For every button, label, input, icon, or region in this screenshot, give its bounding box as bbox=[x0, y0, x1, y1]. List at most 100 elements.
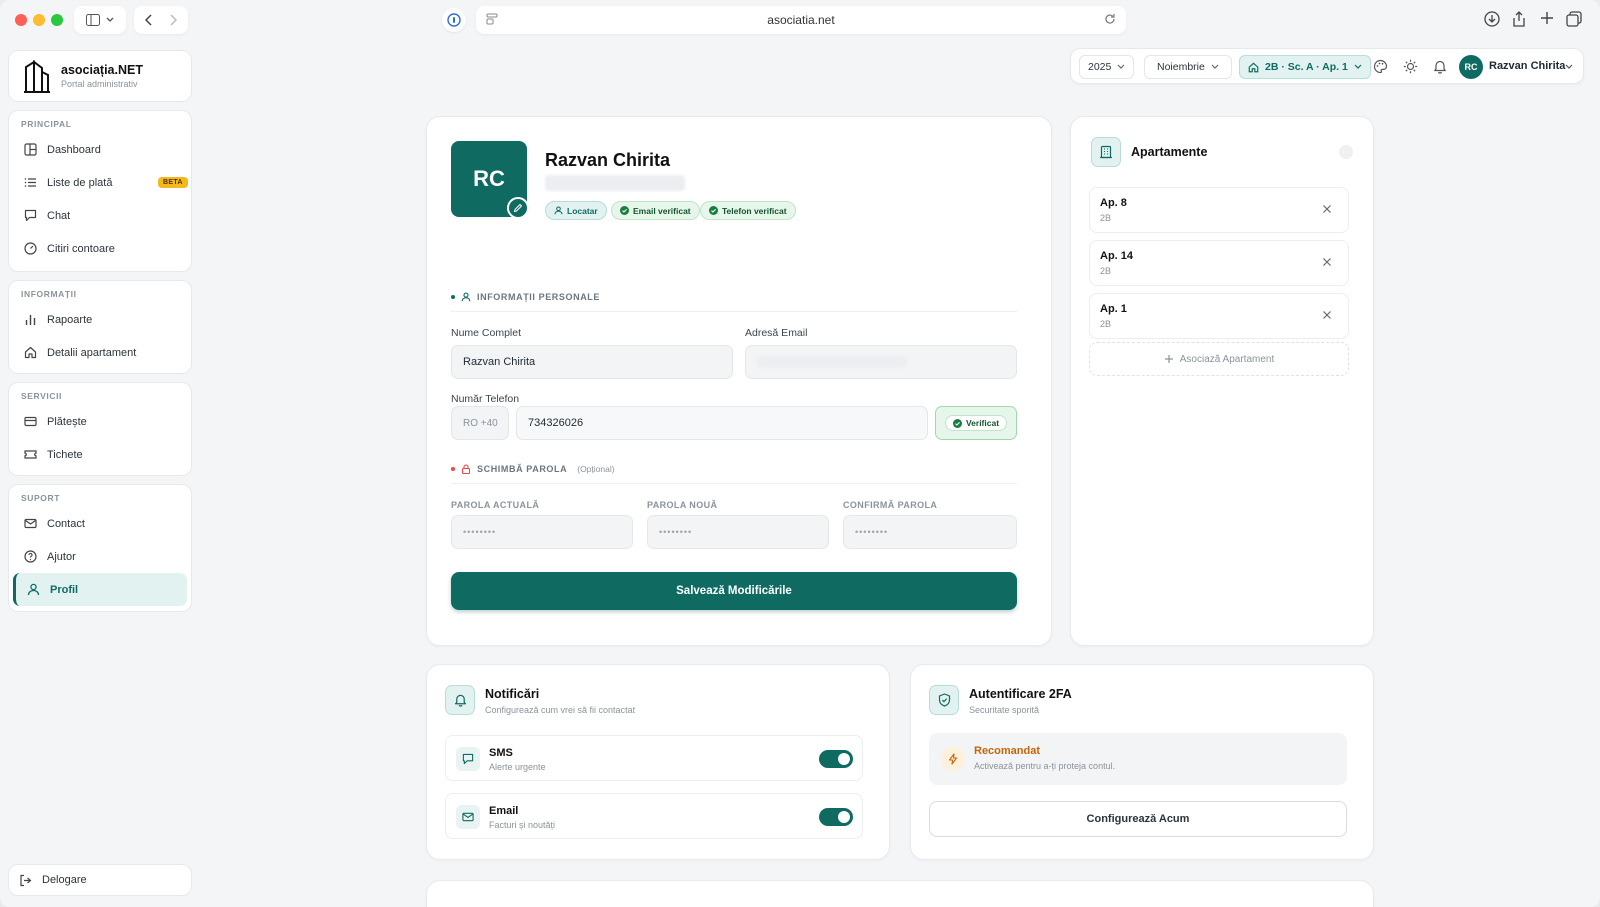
email-toggle[interactable] bbox=[819, 808, 853, 826]
remove-apartment-icon[interactable] bbox=[1322, 257, 1332, 267]
apartment-item[interactable]: Ap. 1 2B bbox=[1089, 293, 1349, 339]
twofa-subtitle: Securitate sporită bbox=[969, 705, 1040, 715]
sidebar-item-rapoarte[interactable]: Rapoarte bbox=[9, 303, 191, 336]
back-icon[interactable] bbox=[145, 14, 153, 26]
user-icon bbox=[554, 206, 563, 215]
check-circle-icon bbox=[709, 206, 718, 215]
redacted-email bbox=[545, 175, 685, 191]
palette-icon[interactable] bbox=[1373, 59, 1388, 74]
password-title: SCHIMBĂ PAROLA bbox=[477, 464, 568, 474]
new-tab-icon[interactable] bbox=[1540, 11, 1554, 25]
card-icon bbox=[24, 416, 37, 427]
divider bbox=[451, 483, 1017, 484]
phone-input[interactable]: 734326026 bbox=[516, 406, 928, 440]
sidebar-item-label: Dashboard bbox=[47, 143, 101, 156]
save-changes-button[interactable]: Salvează Modificările bbox=[451, 572, 1017, 610]
page-settings-icon[interactable] bbox=[486, 13, 498, 25]
browser-toolbar: asociatia.net bbox=[0, 0, 1600, 40]
apartment-item[interactable]: Ap. 8 2B bbox=[1089, 187, 1349, 233]
share-icon[interactable] bbox=[1512, 11, 1526, 27]
sidebar-item-profil[interactable]: Profil bbox=[13, 573, 187, 606]
pencil-icon bbox=[513, 203, 523, 213]
notifications-subtitle: Configurează cum vrei să fii contactat bbox=[485, 705, 636, 715]
next-card-partial bbox=[426, 880, 1374, 907]
apartment-item[interactable]: Ap. 14 2B bbox=[1089, 240, 1349, 286]
phone-verified-badge: Telefon verificat bbox=[700, 201, 796, 220]
email-label: Adresă Email bbox=[745, 327, 808, 339]
full-name-label: Nume Complet bbox=[451, 327, 522, 339]
sms-toggle[interactable] bbox=[819, 750, 853, 768]
reload-icon[interactable] bbox=[1104, 13, 1116, 25]
sidebar-item-plateste[interactable]: Plătește bbox=[9, 405, 191, 438]
year-select[interactable]: 2025 bbox=[1079, 55, 1135, 79]
apartments-header-icon bbox=[1091, 137, 1121, 167]
confirm-password-input[interactable]: •••••••• bbox=[843, 515, 1017, 549]
browser-window: asociatia.net asociația.NET Portal admin… bbox=[0, 0, 1600, 907]
password-manager-button[interactable] bbox=[442, 8, 466, 32]
sidebar-toggle-button[interactable] bbox=[74, 6, 126, 34]
home-icon bbox=[24, 346, 37, 359]
tab-overview-icon[interactable] bbox=[1566, 11, 1582, 27]
full-name-input[interactable]: Razvan Chirita bbox=[451, 345, 733, 379]
bolt-icon bbox=[948, 753, 958, 765]
associate-apartment-button[interactable]: Asociază Apartament bbox=[1089, 342, 1349, 376]
user-avatar[interactable]: RC bbox=[1459, 55, 1483, 79]
month-value: Noiembrie bbox=[1157, 61, 1205, 73]
personal-info-heading: INFORMAȚII PERSONALE bbox=[451, 292, 600, 302]
top-controls: 2025 Noiembrie 2B · Sc. A · Ap. 1 RC Raz… bbox=[1070, 48, 1584, 84]
brand-card[interactable]: asociația.NET Portal administrativ bbox=[8, 50, 192, 102]
sun-icon[interactable] bbox=[1403, 59, 1418, 74]
bell-icon bbox=[454, 694, 466, 707]
month-select[interactable]: Noiembrie bbox=[1144, 55, 1232, 79]
minimize-window-button[interactable] bbox=[33, 14, 45, 26]
downloads-icon[interactable] bbox=[1484, 11, 1500, 27]
sidebar-group-title: INFORMAȚII bbox=[21, 289, 77, 299]
close-window-button[interactable] bbox=[15, 14, 27, 26]
new-password-input[interactable]: •••••••• bbox=[647, 515, 829, 549]
chevron-down-icon[interactable] bbox=[1565, 64, 1573, 70]
list-icon bbox=[24, 178, 36, 187]
chevron-down-icon bbox=[106, 17, 114, 22]
help-icon bbox=[24, 550, 37, 563]
sidebar-item-chat[interactable]: Chat bbox=[9, 199, 191, 232]
password-heading: SCHIMBĂ PAROLA (Opțional) bbox=[451, 464, 615, 474]
apartment-select[interactable]: 2B · Sc. A · Ap. 1 bbox=[1239, 55, 1371, 79]
address-bar[interactable]: asociatia.net bbox=[476, 6, 1126, 34]
edit-avatar-button[interactable] bbox=[507, 197, 529, 219]
remove-apartment-icon[interactable] bbox=[1322, 204, 1332, 214]
phone-prefix[interactable]: RO +40 bbox=[451, 406, 509, 440]
email-input[interactable] bbox=[745, 345, 1017, 379]
beta-badge: BETA bbox=[158, 177, 188, 188]
sidebar-item-contact[interactable]: Contact bbox=[9, 507, 191, 540]
sidebar-item-label: Profil bbox=[50, 583, 79, 596]
home-icon bbox=[1248, 61, 1259, 72]
maximize-window-button[interactable] bbox=[51, 14, 63, 26]
bell-icon[interactable] bbox=[1433, 59, 1447, 74]
sidebar-item-liste-de-plata[interactable]: Liste de plată BETA bbox=[9, 166, 191, 199]
check-circle-icon bbox=[952, 418, 962, 428]
role-badge: Locatar bbox=[545, 201, 607, 220]
logout-button[interactable]: Delogare bbox=[8, 864, 192, 896]
remove-apartment-icon[interactable] bbox=[1322, 310, 1332, 320]
sidebar-item-label: Ajutor bbox=[47, 550, 76, 563]
bolt-icon-wrap bbox=[941, 747, 965, 771]
apartment-name: Ap. 1 bbox=[1100, 303, 1127, 315]
sidebar-item-detalii-apartament[interactable]: Detalii apartament bbox=[9, 336, 191, 369]
apartment-building: 2B bbox=[1100, 266, 1112, 276]
user-name[interactable]: Razvan Chirita bbox=[1489, 60, 1565, 72]
sidebar-item-dashboard[interactable]: Dashboard bbox=[9, 133, 191, 166]
sidebar-item-tichete[interactable]: Tichete bbox=[9, 438, 191, 471]
chevron-down-icon bbox=[1211, 64, 1219, 69]
email-notification-row: Email Facturi și noutăți bbox=[445, 793, 863, 839]
chat-icon bbox=[24, 209, 37, 222]
year-value: 2025 bbox=[1088, 61, 1112, 73]
forward-icon[interactable] bbox=[169, 14, 177, 26]
sms-title: SMS bbox=[489, 747, 513, 759]
sidebar-item-label: Chat bbox=[47, 209, 71, 222]
sidebar-item-citiri-contoare[interactable]: Citiri contoare bbox=[9, 232, 191, 265]
configure-now-button[interactable]: Configurează Acum bbox=[929, 801, 1347, 837]
current-password-input[interactable]: •••••••• bbox=[451, 515, 633, 549]
apartment-building: 2B bbox=[1100, 213, 1112, 223]
sidebar-group-servicii: SERVICII Plătește Tichete bbox=[8, 382, 192, 476]
sidebar-item-ajutor[interactable]: Ajutor bbox=[9, 540, 191, 573]
